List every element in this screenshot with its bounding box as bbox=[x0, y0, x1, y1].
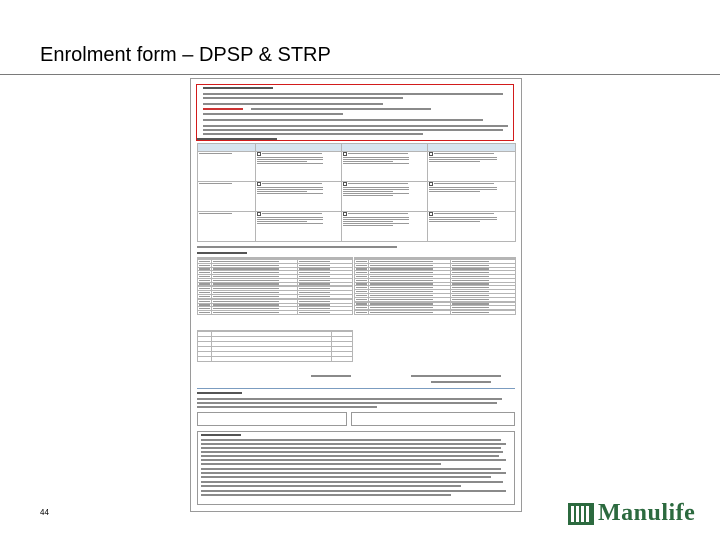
guaranteed-funds-table bbox=[197, 330, 353, 362]
enrolment-form-image bbox=[190, 78, 522, 512]
fund-list-left bbox=[197, 257, 353, 315]
page-number: 44 bbox=[40, 508, 49, 517]
step-header-line bbox=[203, 87, 273, 89]
portfolio-options-table bbox=[197, 143, 516, 242]
title-divider bbox=[0, 74, 720, 75]
date-box bbox=[351, 412, 515, 426]
fund-list-right bbox=[354, 257, 516, 315]
manulife-wordmark: Manulife bbox=[598, 500, 696, 526]
manulife-logo: Manulife bbox=[568, 500, 695, 527]
employee-signature-box bbox=[197, 412, 347, 426]
slide-title: Enrolment form – DPSP & STRP bbox=[40, 44, 331, 66]
manulife-logo-icon bbox=[568, 502, 594, 525]
